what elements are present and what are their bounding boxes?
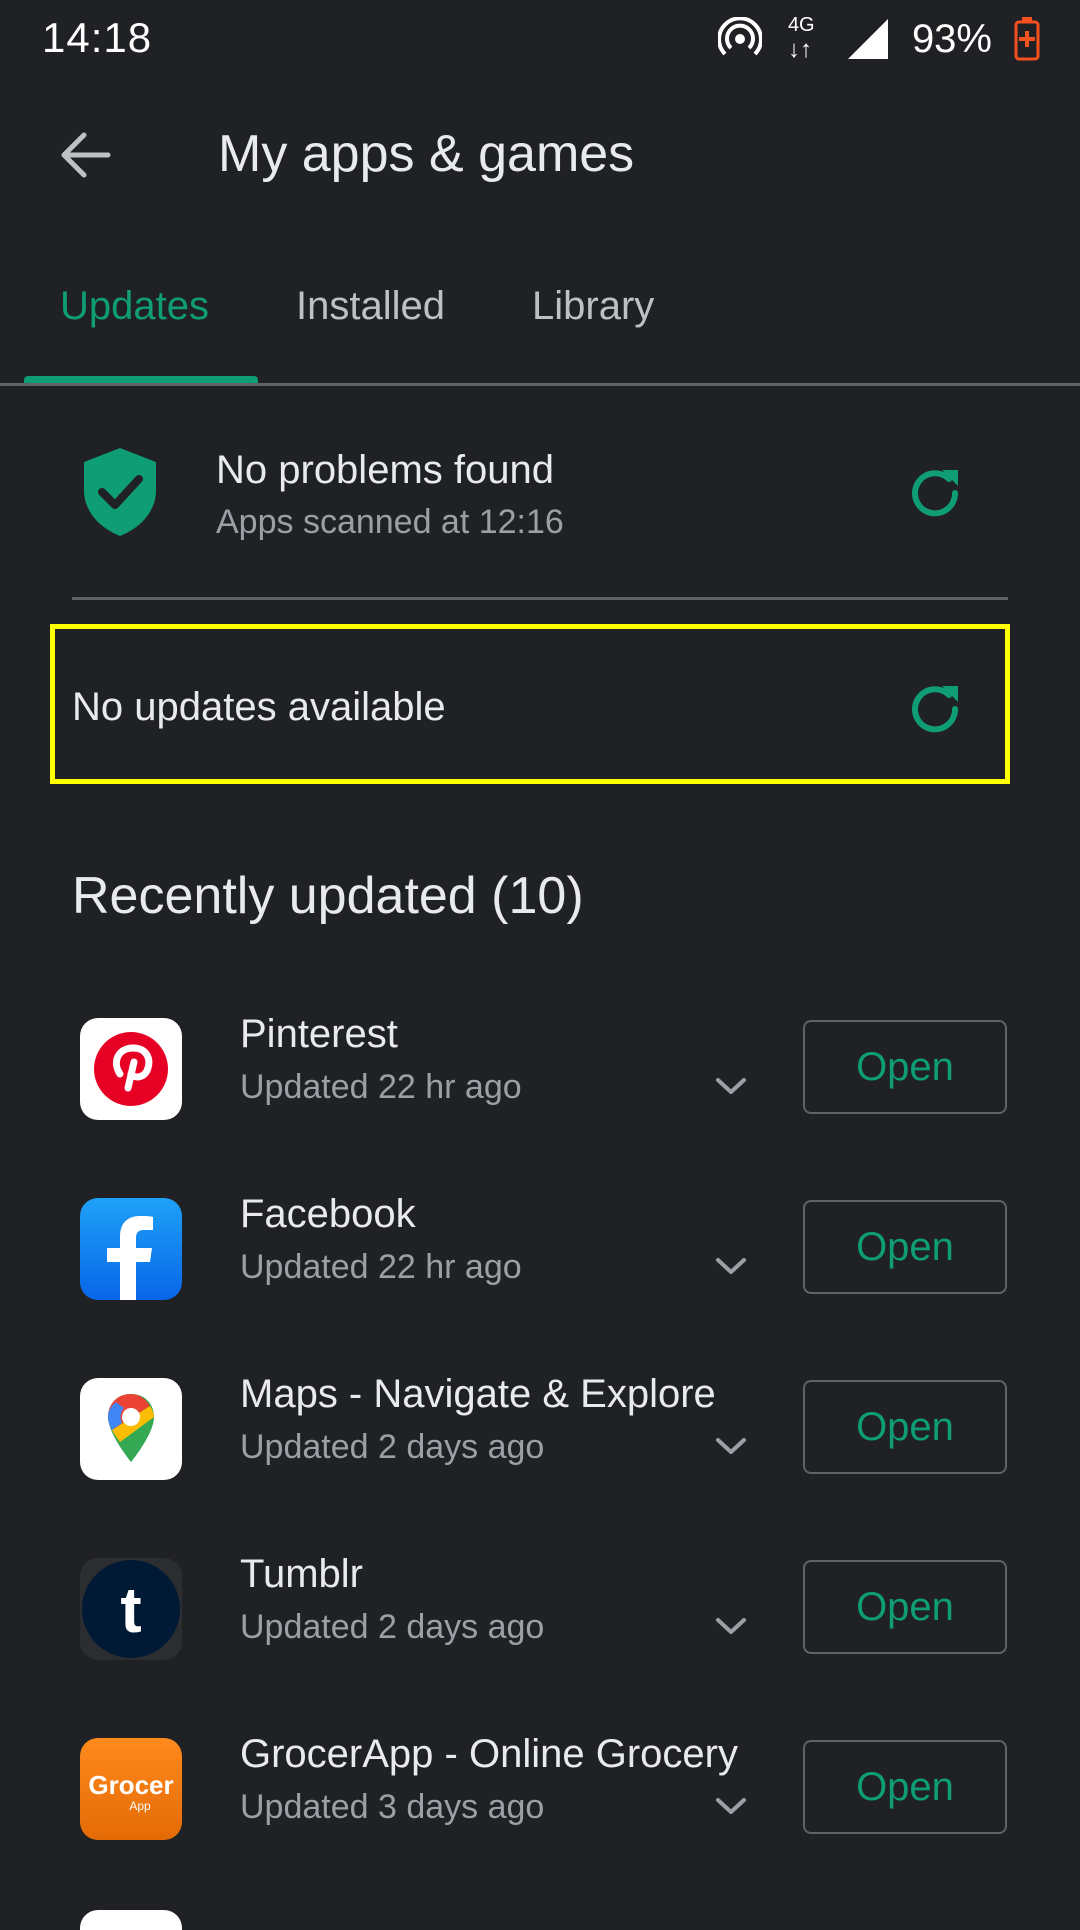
section-divider	[72, 597, 1008, 600]
app-row-maps[interactable]: Maps - Navigate & Explore Updated 2 days…	[0, 1372, 1080, 1558]
svg-text:App: App	[129, 1799, 151, 1813]
hotspot-icon	[717, 17, 762, 56]
svg-text:t: t	[120, 1574, 141, 1646]
tumblr-icon: t	[80, 1558, 182, 1660]
chevron-down-icon[interactable]	[712, 1614, 750, 1638]
tab-installed[interactable]: Installed	[296, 284, 445, 329]
battery-charging-icon	[1014, 17, 1040, 61]
chevron-down-icon[interactable]	[712, 1794, 750, 1818]
signal-icon	[847, 19, 888, 59]
network-4g-icon: 4G ↓↑	[787, 14, 815, 63]
open-button[interactable]: Open	[803, 1740, 1007, 1834]
security-scan-time: Apps scanned at 12:16	[216, 503, 564, 541]
app-name: Maps - Navigate & Explore	[240, 1372, 716, 1416]
status-icons: 4G ↓↑ 93%	[717, 14, 1040, 64]
svg-text:Grocer: Grocer	[88, 1770, 173, 1800]
recently-updated-title: Recently updated (10)	[72, 867, 584, 925]
tab-updates[interactable]: Updates	[60, 284, 209, 329]
facebook-icon	[80, 1198, 182, 1300]
tab-library[interactable]: Library	[532, 284, 654, 329]
next-app-icon-partial	[80, 1910, 182, 1930]
app-name: Facebook	[240, 1192, 416, 1236]
back-arrow-icon[interactable]	[58, 128, 112, 182]
open-button[interactable]: Open	[803, 1020, 1007, 1114]
app-row-facebook[interactable]: Facebook Updated 22 hr ago Open	[0, 1192, 1080, 1378]
open-button[interactable]: Open	[803, 1560, 1007, 1654]
tab-bar: Updates Installed Library	[0, 264, 1080, 384]
app-updated-time: Updated 22 hr ago	[240, 1248, 522, 1286]
pinterest-icon	[80, 1018, 182, 1120]
active-tab-indicator	[24, 376, 258, 383]
chevron-down-icon[interactable]	[712, 1434, 750, 1458]
app-name: Tumblr	[240, 1552, 363, 1596]
updates-status-text: No updates available	[72, 685, 446, 729]
grocerapp-icon: Grocer App	[80, 1738, 182, 1840]
tabs-divider	[0, 383, 1080, 386]
maps-icon	[80, 1378, 182, 1480]
app-updated-time: Updated 2 days ago	[240, 1428, 545, 1466]
security-status-title: No problems found	[216, 448, 554, 492]
battery-percent: 93%	[911, 16, 992, 61]
app-updated-time: Updated 2 days ago	[240, 1608, 545, 1646]
chevron-down-icon[interactable]	[712, 1254, 750, 1278]
refresh-scan-icon[interactable]	[906, 464, 964, 522]
shield-check-icon	[84, 448, 156, 536]
page-title: My apps & games	[218, 125, 635, 183]
app-row-pinterest[interactable]: Pinterest Updated 22 hr ago Open	[0, 1012, 1080, 1198]
open-button[interactable]: Open	[803, 1200, 1007, 1294]
status-time: 14:18	[42, 14, 153, 61]
app-updated-time: Updated 22 hr ago	[240, 1068, 522, 1106]
app-row-tumblr[interactable]: t Tumblr Updated 2 days ago Open	[0, 1552, 1080, 1738]
app-row-grocerapp[interactable]: Grocer App GrocerApp - Online Grocery Up…	[0, 1732, 1080, 1918]
chevron-down-icon[interactable]	[712, 1074, 750, 1098]
app-name: GrocerApp - Online Grocery	[240, 1732, 738, 1776]
open-button[interactable]: Open	[803, 1380, 1007, 1474]
app-name: Pinterest	[240, 1012, 398, 1056]
app-updated-time: Updated 3 days ago	[240, 1788, 545, 1826]
refresh-updates-icon[interactable]	[906, 680, 964, 738]
